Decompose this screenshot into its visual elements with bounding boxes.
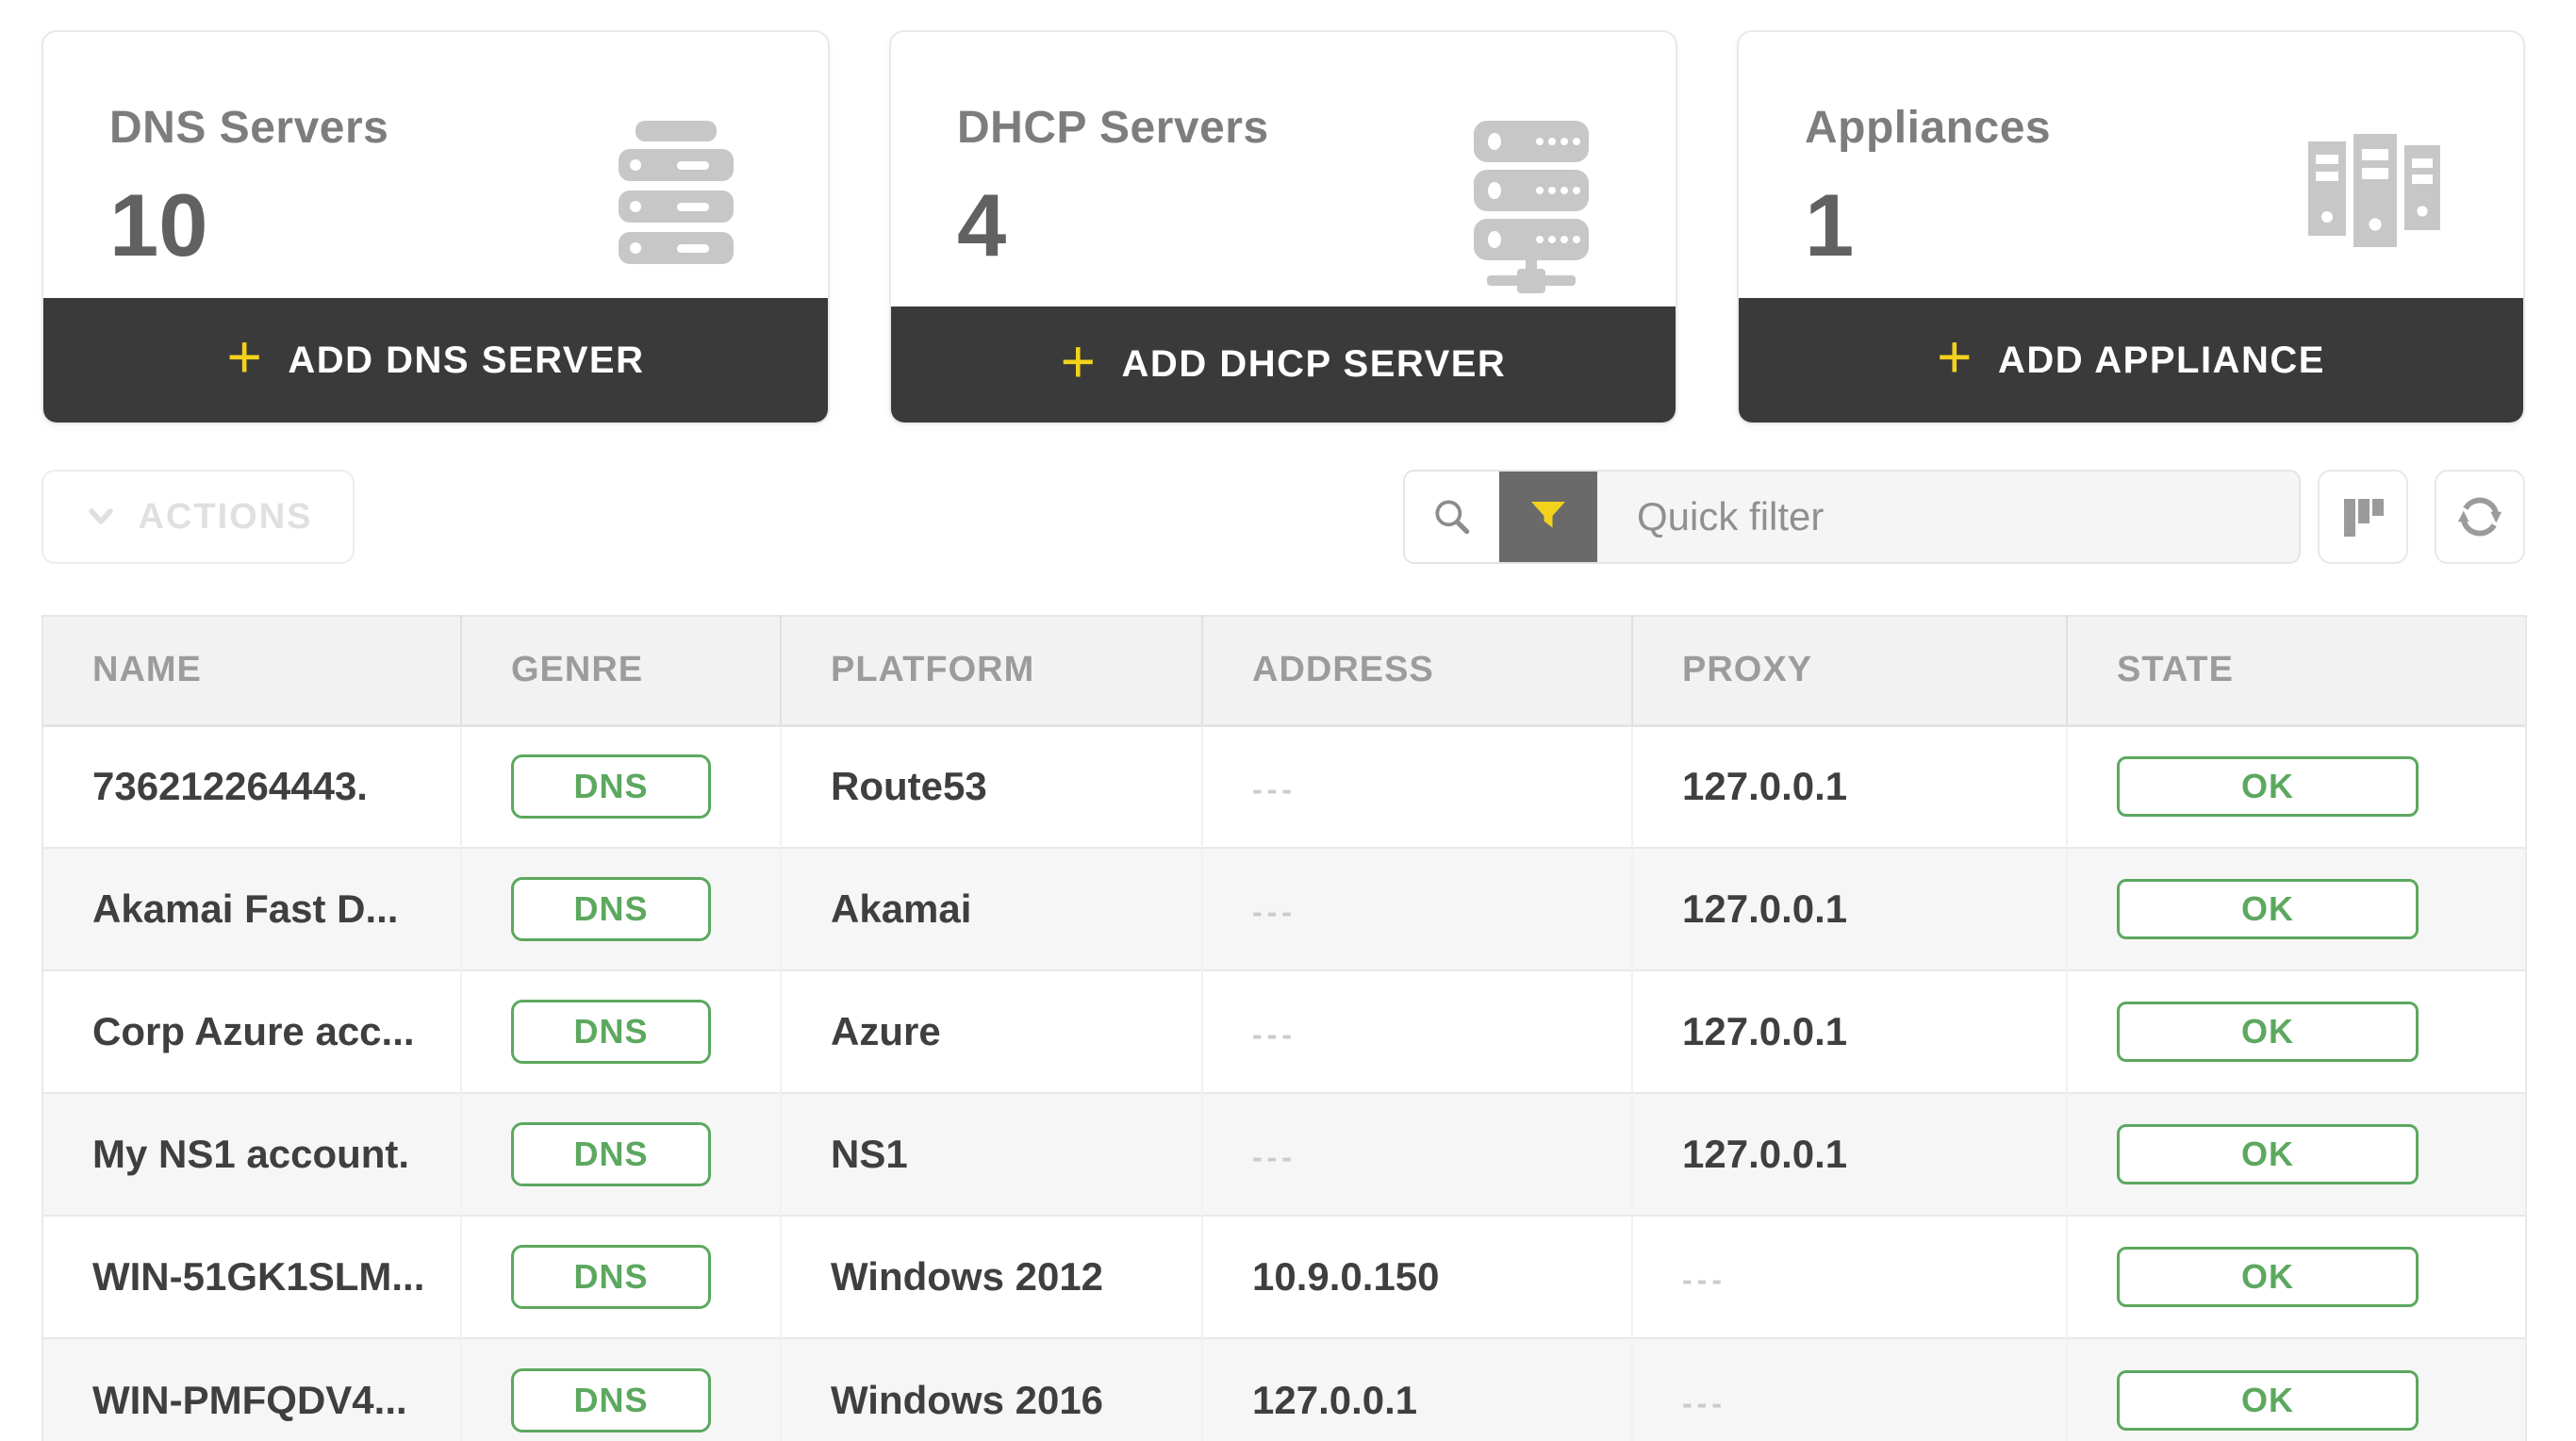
state-badge: OK (2117, 1370, 2419, 1431)
table-row[interactable]: Akamai Fast D... DNS Akamai --- 127.0.0.… (42, 848, 2526, 970)
server-proxy: --- (1682, 1386, 1726, 1420)
dhcp-servers-card: DHCP Servers 4 (889, 30, 1677, 424)
dns-servers-card: DNS Servers 10 (41, 30, 830, 424)
server-platform: NS1 (831, 1132, 908, 1176)
appliance-rack-icon (2301, 117, 2442, 298)
server-proxy: 127.0.0.1 (1682, 764, 1847, 808)
server-platform: Windows 2012 (831, 1254, 1103, 1299)
column-header-state[interactable]: STATE (2067, 616, 2526, 725)
appliances-card-info: Appliances 1 (1805, 102, 2051, 298)
servers-table: NAME GENRE PLATFORM ADDRESS PROXY STATE … (41, 615, 2527, 1441)
server-address: --- (1252, 772, 1296, 806)
server-proxy: 127.0.0.1 (1682, 886, 1847, 931)
server-address: --- (1252, 895, 1296, 929)
server-platform: Azure (831, 1009, 941, 1053)
state-badge: OK (2117, 1124, 2419, 1184)
filter-mode-button[interactable] (1499, 472, 1597, 562)
add-appliance-label: ADD APPLIANCE (1998, 340, 2325, 382)
add-appliance-button[interactable]: + ADD APPLIANCE (1739, 298, 2523, 422)
plus-icon: + (1061, 331, 1098, 391)
quick-filter-bar (1403, 470, 2301, 564)
table-row[interactable]: 736212264443. DNS Route53 --- 127.0.0.1 … (42, 725, 2526, 848)
server-platform: Akamai (831, 886, 971, 931)
actions-dropdown-button[interactable]: ACTIONS (41, 470, 355, 564)
server-name: WIN-51GK1SLM... (92, 1254, 424, 1299)
server-address: 127.0.0.1 (1252, 1378, 1417, 1422)
genre-badge: DNS (511, 1368, 711, 1433)
add-dns-server-button[interactable]: + ADD DNS SERVER (43, 298, 828, 422)
add-dhcp-server-button[interactable]: + ADD DHCP SERVER (891, 306, 1676, 422)
server-name: WIN-PMFQDV4... (92, 1378, 407, 1422)
search-button[interactable] (1405, 472, 1499, 562)
refresh-icon (2453, 490, 2506, 543)
appliances-card-body: Appliances 1 (1739, 32, 2523, 298)
server-name: 736212264443. (92, 764, 368, 808)
column-header-address[interactable]: ADDRESS (1202, 616, 1632, 725)
card-count: 4 (957, 174, 1269, 276)
table-row[interactable]: Corp Azure acc... DNS Azure --- 127.0.0.… (42, 970, 2526, 1093)
toolbar: ACTIONS (41, 470, 2525, 564)
dhcp-card-body: DHCP Servers 4 (891, 32, 1676, 306)
refresh-button[interactable] (2435, 470, 2525, 564)
server-name: My NS1 account. (92, 1132, 409, 1176)
genre-badge: DNS (511, 877, 711, 941)
server-proxy: 127.0.0.1 (1682, 1009, 1847, 1053)
actions-label: ACTIONS (139, 497, 313, 538)
server-proxy: --- (1682, 1263, 1726, 1297)
page: DNS Servers 10 (41, 30, 2525, 1441)
server-name: Corp Azure acc... (92, 1009, 415, 1053)
genre-badge: DNS (511, 1000, 711, 1064)
table-row[interactable]: WIN-51GK1SLM... DNS Windows 2012 10.9.0.… (42, 1216, 2526, 1338)
card-count: 1 (1805, 174, 2051, 276)
state-badge: OK (2117, 1247, 2419, 1307)
add-dhcp-server-label: ADD DHCP SERVER (1122, 343, 1507, 386)
server-platform: Route53 (831, 764, 987, 808)
columns-button[interactable] (2318, 470, 2408, 564)
column-header-genre[interactable]: GENRE (461, 616, 781, 725)
genre-badge: DNS (511, 1245, 711, 1309)
table-row[interactable]: WIN-PMFQDV4... DNS Windows 2016 127.0.0.… (42, 1338, 2526, 1441)
server-network-icon (1468, 117, 1594, 306)
table-header: NAME GENRE PLATFORM ADDRESS PROXY STATE (42, 616, 2526, 725)
server-proxy: 127.0.0.1 (1682, 1132, 1847, 1176)
state-badge: OK (2117, 879, 2419, 939)
state-badge: OK (2117, 756, 2419, 817)
server-address: --- (1252, 1018, 1296, 1052)
server-stack-icon (605, 117, 747, 298)
card-title: DNS Servers (109, 102, 388, 154)
server-name: Akamai Fast D... (92, 886, 398, 931)
column-header-name[interactable]: NAME (42, 616, 461, 725)
plus-icon: + (227, 326, 264, 387)
column-header-proxy[interactable]: PROXY (1632, 616, 2067, 725)
server-table-body: 736212264443. DNS Route53 --- 127.0.0.1 … (42, 725, 2526, 1441)
plus-icon: + (1937, 326, 1973, 387)
dhcp-card-info: DHCP Servers 4 (957, 102, 1269, 306)
search-icon (1429, 494, 1475, 539)
genre-badge: DNS (511, 754, 711, 819)
quick-filter-input[interactable] (1597, 472, 2299, 562)
dns-card-info: DNS Servers 10 (109, 102, 388, 298)
card-count: 10 (109, 174, 388, 276)
card-title: Appliances (1805, 102, 2051, 154)
filter-funnel-icon (1527, 495, 1570, 538)
server-address: 10.9.0.150 (1252, 1254, 1440, 1299)
dns-card-body: DNS Servers 10 (43, 32, 828, 298)
table-row[interactable]: My NS1 account. DNS NS1 --- 127.0.0.1 OK (42, 1093, 2526, 1216)
card-title: DHCP Servers (957, 102, 1269, 154)
server-address: --- (1252, 1140, 1296, 1174)
genre-badge: DNS (511, 1122, 711, 1186)
columns-icon (2338, 492, 2387, 541)
add-dns-server-label: ADD DNS SERVER (288, 340, 644, 382)
column-header-platform[interactable]: PLATFORM (781, 616, 1202, 725)
appliances-card: Appliances 1 (1737, 30, 2525, 424)
server-platform: Windows 2016 (831, 1378, 1103, 1422)
summary-cards: DNS Servers 10 (41, 30, 2525, 424)
state-badge: OK (2117, 1002, 2419, 1062)
chevron-down-icon (84, 500, 118, 534)
